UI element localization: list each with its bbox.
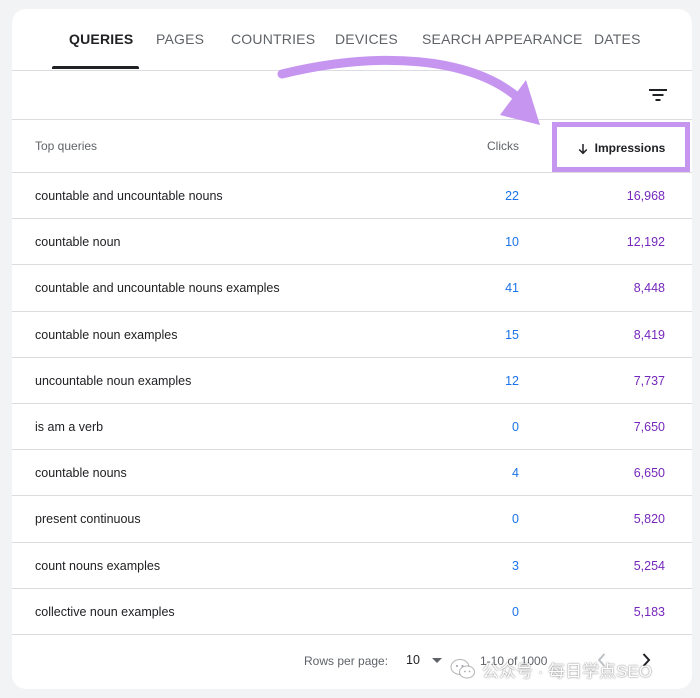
tab-pages[interactable]: PAGES — [156, 31, 204, 47]
impressions-cell: 16,968 — [626, 189, 665, 203]
watermark-text: 公众号 · 每日学点SEO — [482, 661, 653, 681]
impressions-cell: 6,650 — [633, 466, 665, 481]
table-row[interactable]: countable noun 10 12,192 — [12, 219, 692, 266]
clicks-cell: 3 — [512, 558, 519, 573]
tab-countries[interactable]: COUNTRIES — [231, 31, 315, 47]
table-row[interactable]: uncountable noun examples 12 7,737 — [12, 358, 692, 404]
clicks-cell: 4 — [512, 466, 519, 481]
query-cell: is am a verb — [35, 419, 104, 434]
impressions-cell: 5,254 — [633, 558, 665, 573]
clicks-cell: 15 — [505, 327, 519, 342]
query-cell: collective noun examples — [35, 604, 175, 619]
header-impressions-label: Impressions — [594, 141, 666, 155]
query-cell: countable nouns — [35, 466, 127, 481]
watermark: 公众号 · 每日学点SEO — [450, 655, 652, 683]
rows-per-page-select[interactable]: 10 — [406, 653, 420, 667]
table-row[interactable]: count nouns examples 3 5,254 — [12, 543, 692, 589]
impressions-cell: 12,192 — [626, 235, 665, 250]
table-row[interactable]: countable nouns 4 6,650 — [12, 450, 692, 497]
impressions-cell: 7,737 — [633, 373, 665, 388]
rows-per-page-label: Rows per page: — [304, 654, 389, 668]
tab-queries[interactable]: QUERIES — [69, 31, 133, 47]
filter-icon[interactable] — [648, 85, 668, 105]
query-cell: present continuous — [35, 512, 141, 527]
query-cell: count nouns examples — [35, 558, 161, 573]
tab-devices[interactable]: DEVICES — [335, 31, 398, 47]
table-row[interactable]: present continuous 0 5,820 — [12, 496, 692, 543]
impressions-cell: 8,419 — [633, 327, 665, 342]
impressions-cell: 8,448 — [633, 281, 665, 296]
arrow-down-icon — [578, 144, 587, 155]
clicks-cell: 0 — [512, 604, 519, 619]
query-cell: countable noun — [35, 235, 121, 250]
table-row[interactable]: countable noun examples 15 8,419 — [12, 312, 692, 358]
impressions-cell: 7,650 — [633, 419, 665, 434]
header-impressions[interactable]: Impressions — [557, 141, 685, 155]
clicks-cell: 0 — [512, 512, 519, 527]
wechat-icon — [450, 659, 475, 679]
header-top-queries: Top queries — [35, 139, 98, 153]
table-body: countable and uncountable nouns 22 16,96… — [12, 173, 692, 635]
active-tab-indicator — [52, 66, 139, 69]
tab-dates[interactable]: DATES — [594, 31, 641, 47]
table-row[interactable]: countable and uncountable nouns examples… — [12, 265, 692, 312]
table-toolbar — [12, 71, 692, 120]
table-row[interactable]: is am a verb 0 7,650 — [12, 404, 692, 451]
query-cell: countable noun examples — [35, 327, 178, 342]
clicks-cell: 22 — [505, 189, 519, 203]
table-header: Top queries Clicks Impressions — [12, 120, 692, 173]
chevron-down-icon[interactable] — [432, 658, 442, 663]
impressions-cell: 5,820 — [633, 512, 665, 527]
query-cell: countable and uncountable nouns examples — [35, 281, 280, 296]
tab-search-appearance[interactable]: SEARCH APPEARANCE — [422, 31, 583, 47]
query-cell: uncountable noun examples — [35, 373, 192, 388]
clicks-cell: 0 — [512, 419, 519, 434]
clicks-cell: 41 — [505, 281, 519, 296]
impressions-cell: 5,183 — [633, 604, 665, 619]
impressions-highlight-box: Impressions — [552, 122, 690, 172]
performance-card: QUERIES PAGES COUNTRIES DEVICES SEARCH A… — [12, 9, 692, 689]
query-cell: countable and uncountable nouns — [35, 189, 223, 203]
clicks-cell: 12 — [505, 373, 519, 388]
header-clicks[interactable]: Clicks — [487, 139, 519, 153]
table-row[interactable]: countable and uncountable nouns 22 16,96… — [12, 173, 692, 220]
clicks-cell: 10 — [505, 235, 519, 250]
table-row[interactable]: collective noun examples 0 5,183 — [12, 589, 692, 635]
report-tabs: QUERIES PAGES COUNTRIES DEVICES SEARCH A… — [12, 9, 692, 71]
